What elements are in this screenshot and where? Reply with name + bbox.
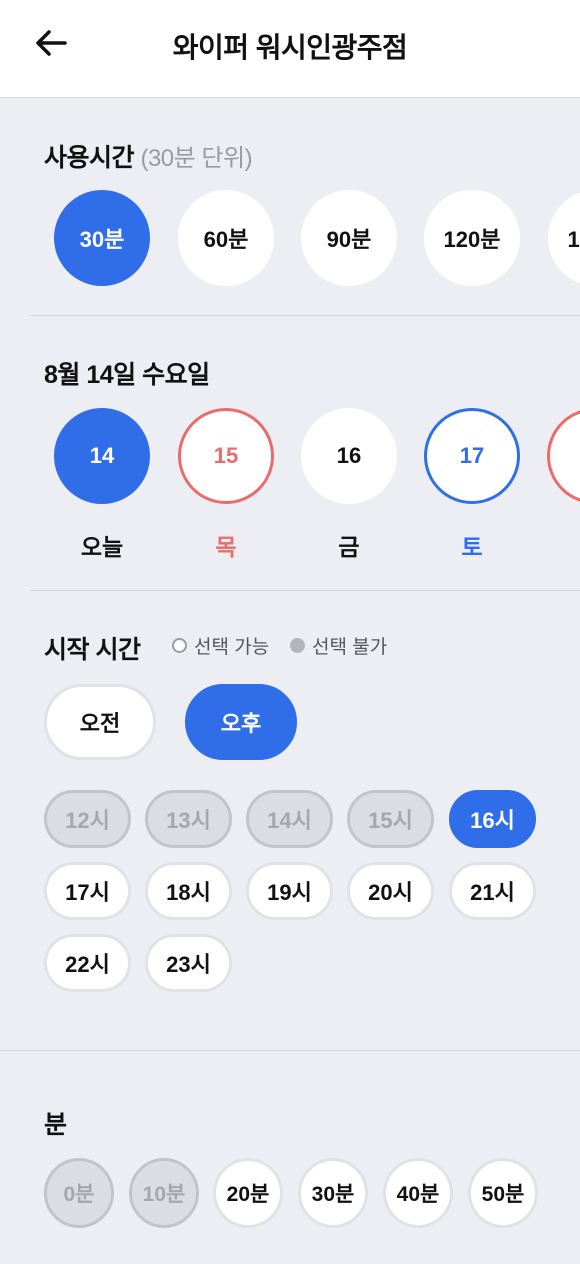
divider xyxy=(30,590,580,591)
day-label-today: 오늘 xyxy=(80,534,124,560)
pm-button[interactable]: 오후 xyxy=(185,684,297,760)
am-button[interactable]: 오전 xyxy=(44,684,156,760)
divider xyxy=(0,1050,580,1051)
hour-option-18[interactable]: 18시 xyxy=(145,862,232,920)
open-circle-icon xyxy=(172,638,187,653)
start-time-title: 시작 시간 xyxy=(44,636,141,664)
hour-option-22[interactable]: 22시 xyxy=(44,934,131,992)
app-header: 와이퍼 워시인광주점 xyxy=(0,0,580,98)
duration-section-title: 사용시간 (30분 단위) xyxy=(44,138,253,174)
date-option-14[interactable]: 14 xyxy=(54,408,150,504)
duration-option-30[interactable]: 30분 xyxy=(54,190,150,286)
duration-option-150[interactable]: 150분 xyxy=(548,190,580,286)
duration-clip: 150분 xyxy=(548,190,580,286)
minute-option-0[interactable]: 0분 xyxy=(44,1158,114,1228)
hour-option-15[interactable]: 15시 xyxy=(347,790,434,848)
day-label-thu: 목 xyxy=(215,534,237,560)
page-title: 와이퍼 워시인광주점 xyxy=(172,32,408,63)
hour-option-20[interactable]: 20시 xyxy=(347,862,434,920)
minutes-title: 분 xyxy=(44,1111,67,1139)
hour-option-17[interactable]: 17시 xyxy=(44,862,131,920)
date-option-16[interactable]: 16 xyxy=(301,408,397,504)
minute-option-20[interactable]: 20분 xyxy=(213,1158,283,1228)
hour-option-19[interactable]: 19시 xyxy=(246,862,333,920)
hour-option-14[interactable]: 14시 xyxy=(246,790,333,848)
hour-option-12[interactable]: 12시 xyxy=(44,790,131,848)
day-label-sat: 토 xyxy=(461,534,483,560)
hour-option-21[interactable]: 21시 xyxy=(449,862,536,920)
minute-option-50[interactable]: 50분 xyxy=(468,1158,538,1228)
minute-option-30[interactable]: 30분 xyxy=(298,1158,368,1228)
hour-option-16[interactable]: 16시 xyxy=(449,790,536,848)
duration-subtitle: (30분 단위) xyxy=(140,145,253,172)
date-title: 8월 14일 수요일 xyxy=(44,361,210,389)
duration-title: 사용시간 xyxy=(44,144,135,172)
legend-available: 선택 가능 xyxy=(172,632,269,659)
legend-unavailable: 선택 불가 xyxy=(290,632,387,659)
duration-option-120[interactable]: 120분 xyxy=(424,190,520,286)
date-option-15[interactable]: 15 xyxy=(178,408,274,504)
date-clip: 18 xyxy=(547,408,580,504)
legend-available-label: 선택 가능 xyxy=(194,637,270,658)
divider xyxy=(30,315,580,316)
duration-option-60[interactable]: 60분 xyxy=(178,190,274,286)
legend-unavailable-label: 선택 불가 xyxy=(312,637,388,658)
date-option-17[interactable]: 17 xyxy=(424,408,520,504)
day-label-fri: 금 xyxy=(338,534,360,560)
hour-option-13[interactable]: 13시 xyxy=(145,790,232,848)
minute-option-10[interactable]: 10분 xyxy=(129,1158,199,1228)
date-option-18[interactable]: 18 xyxy=(547,408,580,504)
filled-circle-icon xyxy=(290,638,305,653)
duration-option-90[interactable]: 90분 xyxy=(301,190,397,286)
hour-option-23[interactable]: 23시 xyxy=(145,934,232,992)
minute-option-40[interactable]: 40분 xyxy=(383,1158,453,1228)
